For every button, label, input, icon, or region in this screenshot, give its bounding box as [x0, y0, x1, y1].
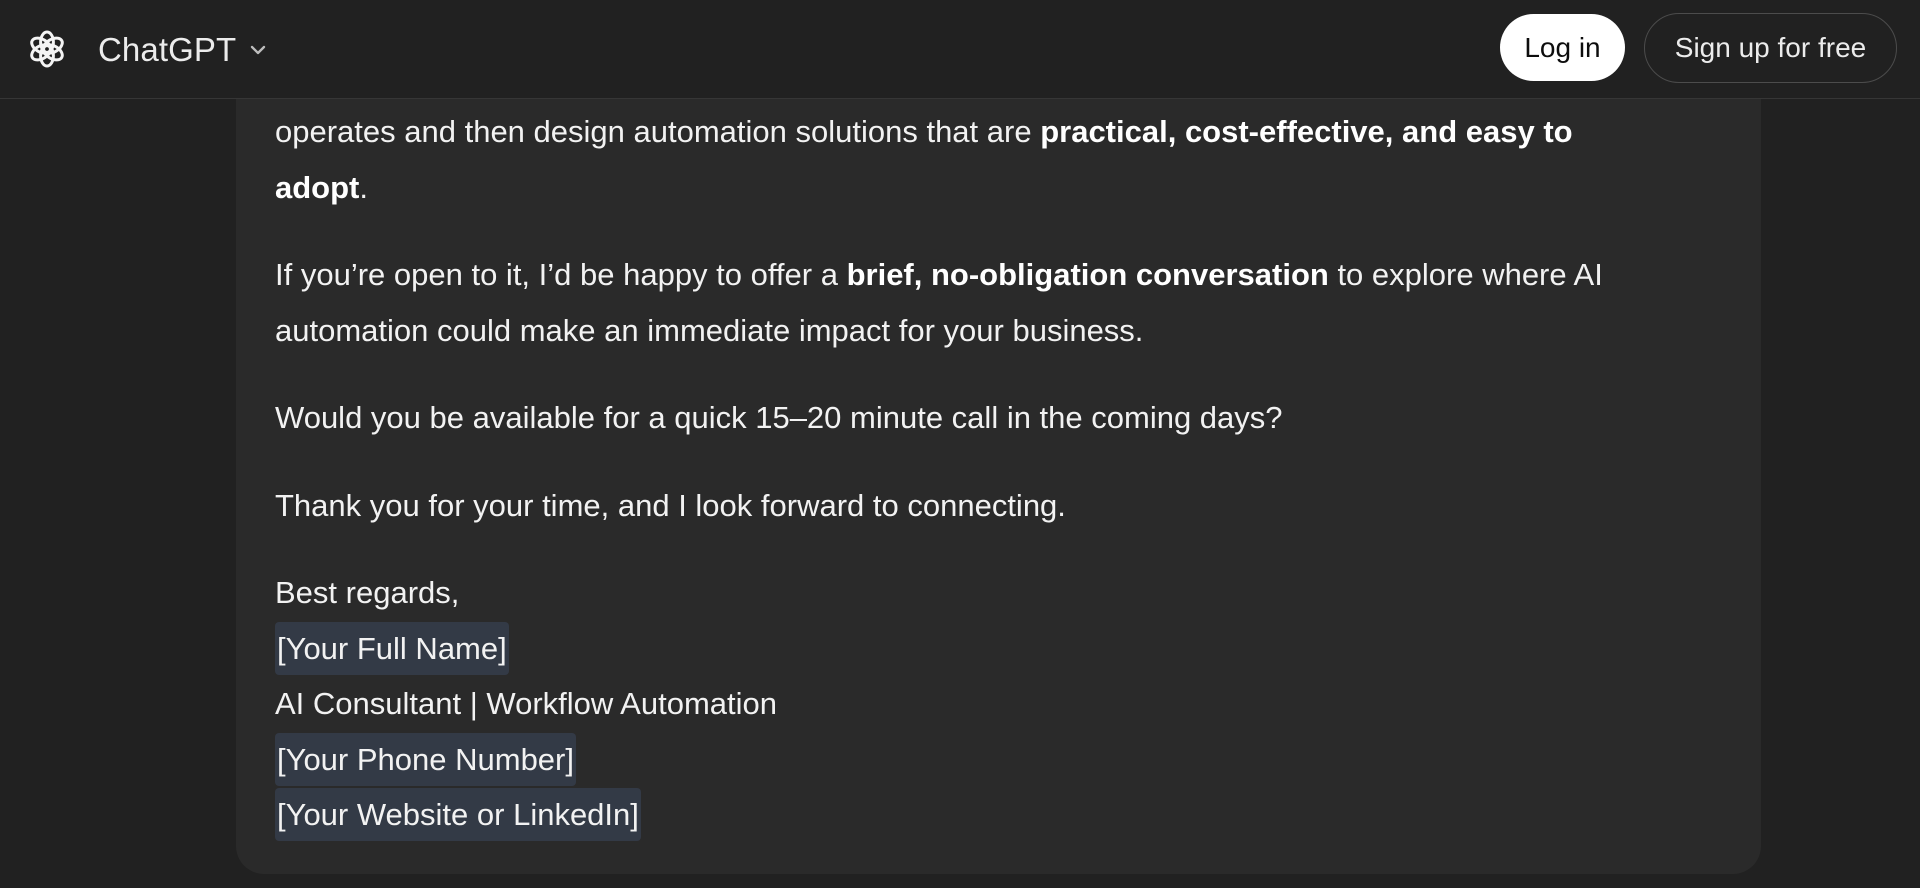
emphasized-text: practical, cost-effective, and easy to — [1040, 114, 1573, 149]
name-placeholder: [Your Full Name] — [275, 621, 509, 675]
brand-name: ChatGPT — [98, 30, 237, 68]
assistant-message: operates and then design automation solu… — [275, 104, 1675, 843]
message-paragraph-approach: operates and then design automation solu… — [275, 104, 1675, 215]
message-paragraph-thanks: Thank you for your time, and I look forw… — [275, 487, 1066, 523]
phone-placeholder: [Your Phone Number] — [275, 732, 576, 786]
brand-area: ChatGPT — [26, 26, 268, 72]
website-placeholder: [Your Website or LinkedIn] — [275, 788, 641, 841]
top-bar: ChatGPT Log in Sign up for free — [0, 0, 1920, 99]
signature-title: AI Consultant | Workflow Automation — [275, 686, 777, 721]
message-text: . — [359, 169, 368, 205]
signature-name-line: [Your Full Name] — [275, 621, 1675, 677]
signature-phone-line: [Your Phone Number] — [275, 732, 1675, 788]
emphasized-text: adopt — [275, 169, 360, 205]
chevron-down-icon — [251, 45, 266, 55]
signature-website-line: [Your Website or LinkedIn] — [275, 787, 1675, 843]
email-signature: Best regards, [Your Full Name] AI Consul… — [275, 565, 1675, 843]
emphasized-text: brief, no-obligation conversation — [846, 257, 1329, 292]
message-text: If you’re open to it, I’d be happy to of… — [275, 257, 847, 292]
message-text: operates and then design automation solu… — [275, 114, 1041, 149]
message-paragraph-availability: Would you be available for a quick 15–20… — [275, 400, 1283, 435]
message-text: to explore where AI — [1328, 257, 1603, 292]
message-text: automation could make an immediate impac… — [275, 312, 1144, 348]
signature-closing: Best regards, — [275, 575, 460, 610]
message-paragraph-offer: If you’re open to it, I’d be happy to of… — [275, 247, 1675, 358]
model-switcher[interactable]: ChatGPT — [98, 26, 268, 72]
signup-button[interactable]: Sign up for free — [1644, 13, 1897, 83]
login-button[interactable]: Log in — [1500, 14, 1625, 81]
openai-logo-icon[interactable] — [26, 28, 68, 70]
